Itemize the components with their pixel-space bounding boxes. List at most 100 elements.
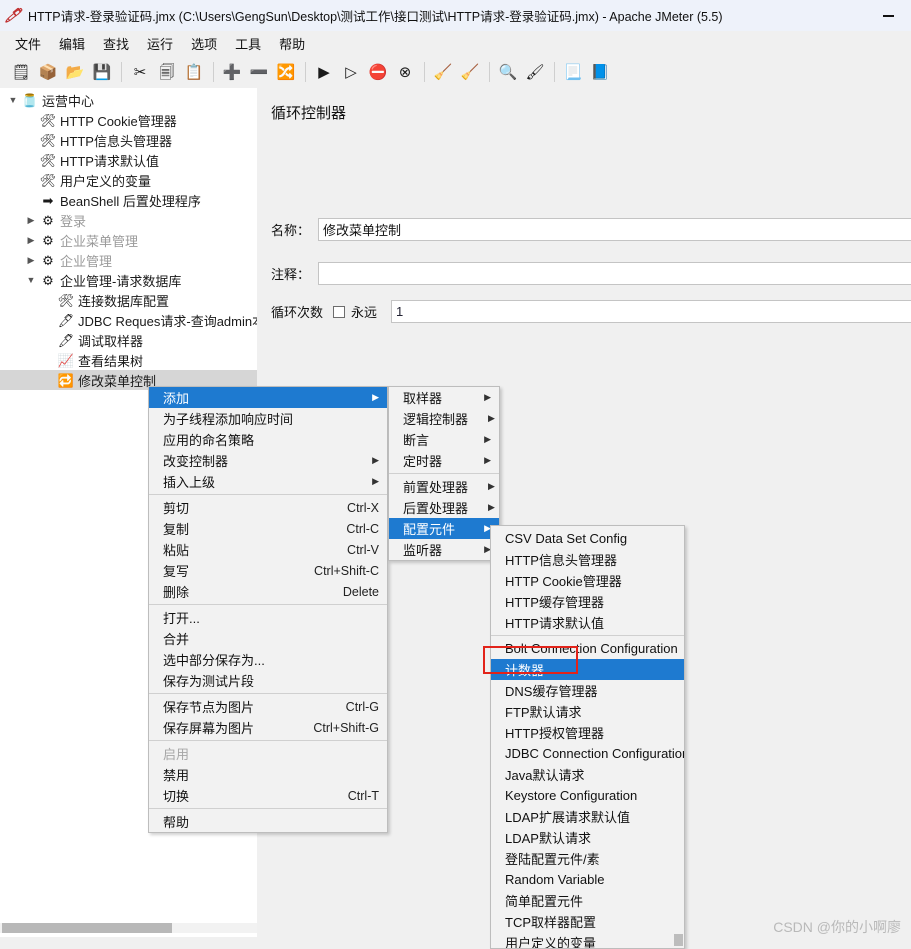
context-menu-item-24[interactable]: 帮助 [149, 811, 387, 832]
tree-node-8[interactable]: ▶ ⚙ 企业管理 [0, 250, 257, 270]
add-submenu-item-1[interactable]: 逻辑控制器 ▶ [389, 408, 499, 429]
start-icon[interactable]: ▶ [311, 59, 337, 85]
chevron-down-icon[interactable]: ▼ [24, 275, 38, 285]
help-icon[interactable]: 📘 [587, 59, 613, 85]
context-menu-item-20[interactable]: 启用 [149, 743, 387, 764]
tree-hscrollbar-thumb[interactable] [2, 923, 172, 933]
chevron-down-icon[interactable]: ▼ [6, 95, 20, 105]
tree-node-6[interactable]: ▶ ⚙ 登录 [0, 210, 257, 230]
context-menu-item-1[interactable]: 为子线程添加响应时间 [149, 408, 387, 429]
tree-node-2[interactable]: 🛠 HTTP信息头管理器 [0, 130, 257, 150]
config-submenu-item-20[interactable]: 用户定义的变量 [491, 932, 684, 948]
tree-node-1[interactable]: 🛠 HTTP Cookie管理器 [0, 110, 257, 130]
name-input[interactable]: 修改菜单控制 [318, 218, 911, 241]
start-no-pauses-icon[interactable]: ▷ [338, 59, 364, 85]
context-menu-item-9[interactable]: 复写 Ctrl+Shift-C [149, 560, 387, 581]
config-submenu-item-7[interactable]: 计数器 [491, 659, 684, 680]
loop-count-input[interactable]: 1 [391, 300, 911, 323]
context-menu-item-12[interactable]: 打开... [149, 607, 387, 628]
context-menu-item-21[interactable]: 禁用 [149, 764, 387, 785]
shutdown-icon[interactable]: ⊗ [392, 59, 418, 85]
resize-grip[interactable] [896, 934, 911, 949]
context-menu-item-0[interactable]: 添加 ▶ [149, 387, 387, 408]
config-submenu-item-18[interactable]: 简单配置元件 [491, 890, 684, 911]
context-menu-item-8[interactable]: 粘贴 Ctrl-V [149, 539, 387, 560]
function-helper-icon[interactable]: 📃 [560, 59, 586, 85]
context-menu-item-22[interactable]: 切换 Ctrl-T [149, 785, 387, 806]
chevron-right-icon[interactable]: ▶ [24, 255, 38, 266]
add-submenu-item-8[interactable]: 监听器 ▶ [389, 539, 499, 560]
forever-checkbox[interactable] [333, 305, 346, 318]
copy-icon[interactable]: 🗐 [154, 59, 180, 85]
config-submenu-item-13[interactable]: Keystore Configuration [491, 785, 684, 806]
context-menu-item-13[interactable]: 合并 [149, 628, 387, 649]
config-submenu-item-14[interactable]: LDAP扩展请求默认值 [491, 806, 684, 827]
clear-icon[interactable]: 🧹 [430, 59, 456, 85]
save-icon[interactable]: 💾 [89, 59, 115, 85]
config-submenu-item-19[interactable]: TCP取样器配置 [491, 911, 684, 932]
menubar-item-4[interactable]: 选项 [182, 31, 226, 56]
config-submenu-item-3[interactable]: HTTP缓存管理器 [491, 591, 684, 612]
search-icon[interactable]: 🔍 [495, 59, 521, 85]
config-submenu-item-16[interactable]: 登陆配置元件/素 [491, 848, 684, 869]
config-submenu-item-0[interactable]: CSV Data Set Config [491, 528, 684, 549]
config-submenu-item-1[interactable]: HTTP信息头管理器 [491, 549, 684, 570]
config-submenu-item-17[interactable]: Random Variable [491, 869, 684, 890]
menubar-item-3[interactable]: 运行 [138, 31, 182, 56]
tree-node-5[interactable]: ➡ BeanShell 后置处理程序 [0, 190, 257, 210]
menubar-item-6[interactable]: 帮助 [270, 31, 314, 56]
new-test-plan-icon[interactable]: 🗒 [8, 59, 34, 85]
context-menu-item-17[interactable]: 保存节点为图片 Ctrl-G [149, 696, 387, 717]
stop-icon[interactable]: ⛔ [365, 59, 391, 85]
comment-input[interactable] [318, 262, 911, 285]
add-submenu-item-5[interactable]: 前置处理器 ▶ [389, 476, 499, 497]
tree-node-3[interactable]: 🛠 HTTP请求默认值 [0, 150, 257, 170]
add-submenu-item-0[interactable]: 取样器 ▶ [389, 387, 499, 408]
tree-node-12[interactable]: 🖊 调试取样器 [0, 330, 257, 350]
menubar-item-0[interactable]: 文件 [6, 31, 50, 56]
add-submenu-item-3[interactable]: 定时器 ▶ [389, 450, 499, 471]
context-menu-item-7[interactable]: 复制 Ctrl-C [149, 518, 387, 539]
tree-node-4[interactable]: 🛠 用户定义的变量 [0, 170, 257, 190]
config-submenu-item-11[interactable]: JDBC Connection Configuration [491, 743, 684, 764]
config-submenu-item-4[interactable]: HTTP请求默认值 [491, 612, 684, 633]
submenu-scroll-thumb[interactable] [674, 934, 683, 946]
menubar-item-5[interactable]: 工具 [226, 31, 270, 56]
context-menu-item-6[interactable]: 剪切 Ctrl-X [149, 497, 387, 518]
toggle-icon[interactable]: 🔀 [273, 59, 299, 85]
expand-all-icon[interactable]: ➕ [219, 59, 245, 85]
clear-all-icon[interactable]: 🧹 [457, 59, 483, 85]
context-menu-item-2[interactable]: 应用的命名策略 [149, 429, 387, 450]
chevron-right-icon[interactable]: ▶ [24, 235, 38, 246]
tree-node-13[interactable]: 📈 查看结果树 [0, 350, 257, 370]
add-submenu[interactable]: 取样器 ▶ 逻辑控制器 ▶ 断言 ▶ 定时器 ▶ 前置处理器 ▶ 后置处理器 ▶ 配置元件 ▶ 监听器 ▶ [388, 386, 500, 561]
add-submenu-item-6[interactable]: 后置处理器 ▶ [389, 497, 499, 518]
context-menu-item-15[interactable]: 保存为测试片段 [149, 670, 387, 691]
add-submenu-item-7[interactable]: 配置元件 ▶ [389, 518, 499, 539]
config-element-submenu[interactable]: CSV Data Set Config HTTP信息头管理器 HTTP Cookie… [490, 525, 685, 949]
collapse-all-icon[interactable]: ➖ [246, 59, 272, 85]
config-submenu-item-6[interactable]: Bolt Connection Configuration [491, 638, 684, 659]
context-menu-item-3[interactable]: 改变控制器 ▶ [149, 450, 387, 471]
config-submenu-item-8[interactable]: DNS缓存管理器 [491, 680, 684, 701]
config-submenu-item-10[interactable]: HTTP授权管理器 [491, 722, 684, 743]
config-submenu-item-2[interactable]: HTTP Cookie管理器 [491, 570, 684, 591]
add-submenu-item-2[interactable]: 断言 ▶ [389, 429, 499, 450]
templates-icon[interactable]: 📦 [35, 59, 61, 85]
tree-node-10[interactable]: 🛠 连接数据库配置 [0, 290, 257, 310]
config-submenu-item-12[interactable]: Java默认请求 [491, 764, 684, 785]
config-submenu-item-15[interactable]: LDAP默认请求 [491, 827, 684, 848]
tree-node-11[interactable]: 🖊 JDBC Reques请求-查询admin本| [0, 310, 257, 330]
cut-icon[interactable]: ✂ [127, 59, 153, 85]
node-context-menu[interactable]: 添加 ▶ 为子线程添加响应时间 应用的命名策略 改变控制器 ▶ 插入上级 ▶ 剪切 Ctrl-X 复… [148, 386, 388, 833]
config-submenu-item-9[interactable]: FTP默认请求 [491, 701, 684, 722]
menubar-item-2[interactable]: 查找 [94, 31, 138, 56]
menubar-item-1[interactable]: 编辑 [50, 31, 94, 56]
context-menu-item-10[interactable]: 删除 Delete [149, 581, 387, 602]
context-menu-item-18[interactable]: 保存屏幕为图片 Ctrl+Shift-G [149, 717, 387, 738]
tree-node-7[interactable]: ▶ ⚙ 企业菜单管理 [0, 230, 257, 250]
context-menu-item-4[interactable]: 插入上级 ▶ [149, 471, 387, 492]
paste-icon[interactable]: 📋 [181, 59, 207, 85]
open-icon[interactable]: 📂 [62, 59, 88, 85]
minimize-button[interactable] [865, 0, 911, 31]
